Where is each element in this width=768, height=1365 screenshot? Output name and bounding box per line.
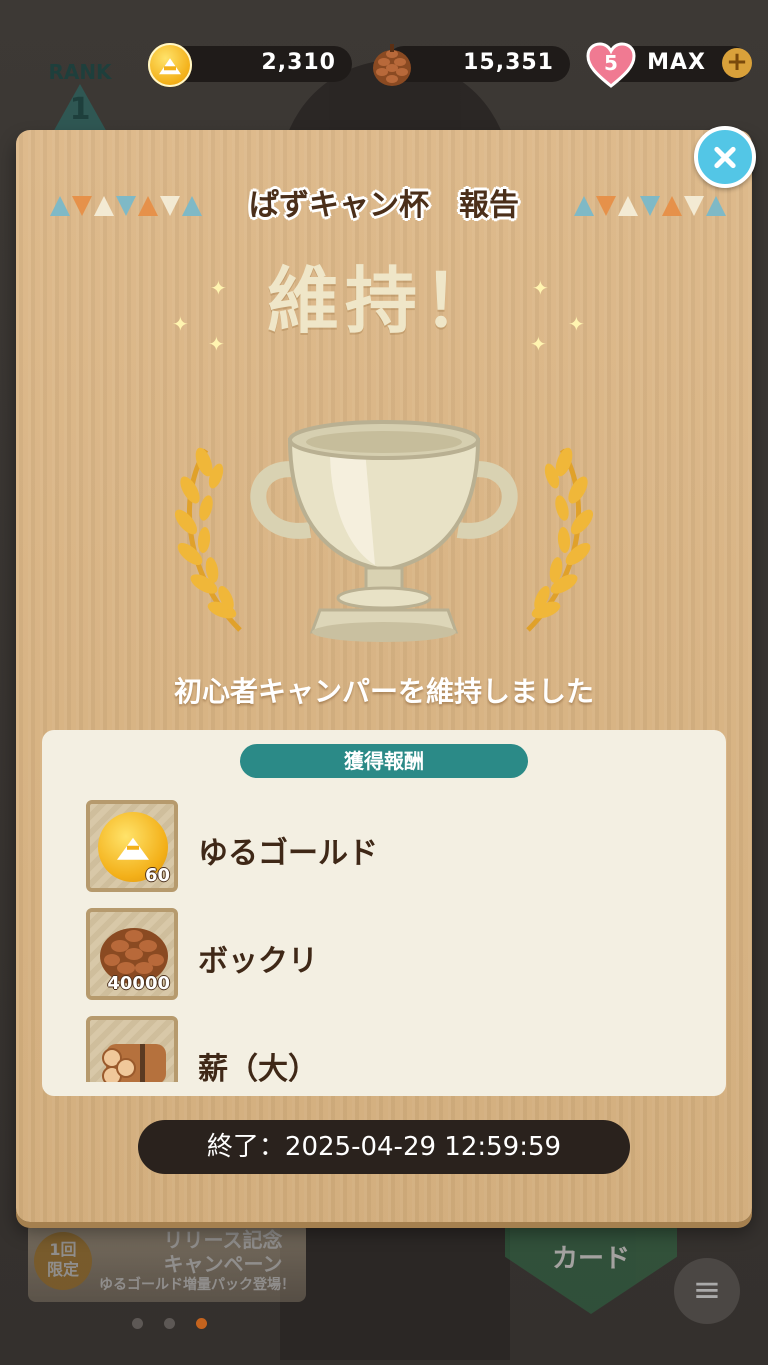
reward-qty: 40000: [107, 973, 170, 994]
pinecone-icon: [373, 44, 411, 86]
reward-list[interactable]: 60 ゆるゴールド 40000 ボックリ 薪（大）: [42, 800, 726, 1082]
stamina-level: 5: [604, 51, 618, 75]
reward-name: 薪（大）: [198, 1052, 318, 1082]
reward-name: ボックリ: [198, 944, 318, 979]
heart-icon: 5: [586, 42, 636, 88]
limited-badge: 1回 限定: [34, 1232, 92, 1290]
dialog-title: ぱずキャン杯 報告: [249, 188, 519, 223]
banner-title: リリース記念 キャンペーン: [163, 1228, 283, 1276]
reward-icon-frame: 60: [86, 800, 178, 892]
menu-icon[interactable]: ≡: [674, 1258, 740, 1324]
rank-label: RANK: [48, 60, 112, 84]
gold-coin-icon: [148, 43, 192, 87]
firewood-icon: [102, 1044, 166, 1082]
sparkle-icon: ✦: [532, 276, 549, 300]
stamina-status: MAX: [647, 50, 706, 75]
card-label: カード: [551, 1244, 630, 1274]
reward-icon-frame: 10: [86, 1016, 178, 1082]
list-item: 10 薪（大）: [86, 1016, 686, 1082]
rank-badge: RANK 1: [40, 58, 120, 138]
rewards-panel: 獲得報酬 60 ゆるゴールド 40000 ボックリ 薪（大）: [42, 730, 726, 1096]
sparkle-icon: ✦: [172, 312, 189, 336]
reward-qty: 60: [144, 865, 170, 886]
trophy-icon: [174, 420, 594, 642]
end-time-label: 終了：2025-04-29 12:59:59: [138, 1120, 630, 1174]
reward-qty: 10: [145, 1081, 170, 1082]
result-message: 初心者キャンパーを維持しました: [173, 675, 594, 708]
sparkle-icon: ✦: [208, 332, 225, 356]
reward-name: ゆるゴールド: [198, 836, 378, 871]
banner-subtitle: ゆるゴールド増量パック登場！: [99, 1277, 295, 1293]
gold-value: 2,310: [261, 50, 336, 75]
add-stamina-button[interactable]: +: [722, 48, 752, 78]
reward-icon-frame: 40000: [86, 908, 178, 1000]
list-item: 40000 ボックリ: [86, 908, 686, 1000]
sparkle-icon: ✦: [210, 276, 227, 300]
close-icon[interactable]: [694, 126, 756, 188]
rewards-header: 獲得報酬: [240, 744, 528, 778]
result-heading: 維持！: [266, 259, 501, 343]
campaign-banner[interactable]: 1回 限定 リリース記念 キャンペーン ゆるゴールド増量パック登場！: [28, 1222, 306, 1302]
pinecone-value: 15,351: [463, 50, 554, 75]
rank-value: 1: [69, 92, 91, 127]
sparkle-icon: ✦: [530, 332, 547, 356]
list-item: 60 ゆるゴールド: [86, 800, 686, 892]
sparkle-icon: ✦: [568, 312, 585, 336]
